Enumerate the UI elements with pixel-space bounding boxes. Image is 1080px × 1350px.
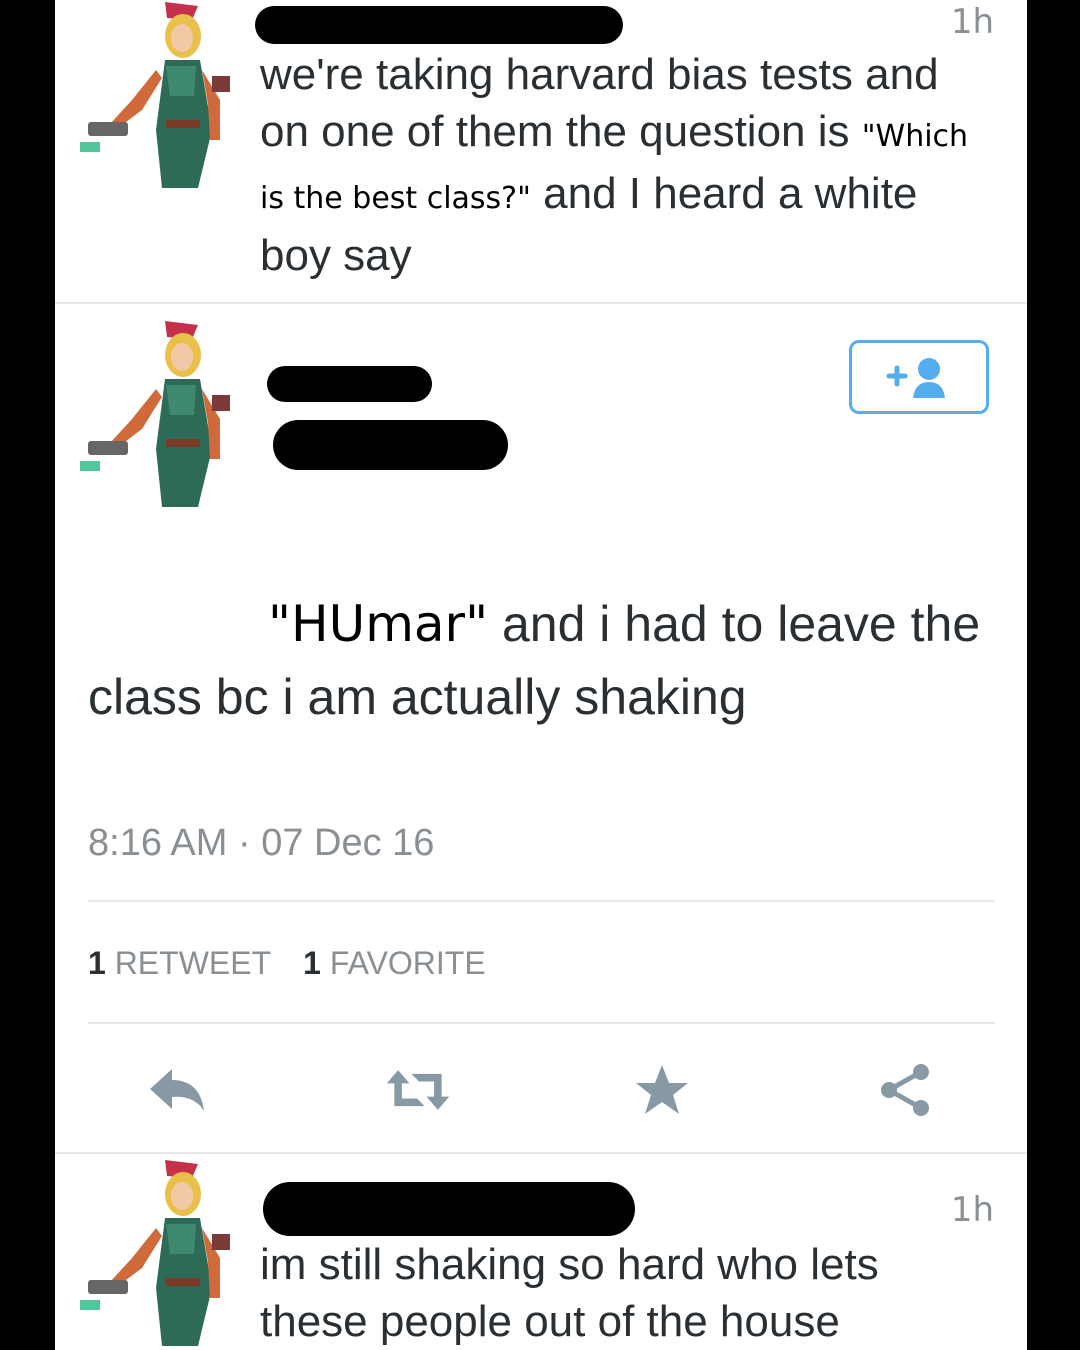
share-icon — [881, 1064, 929, 1116]
add-user-icon — [886, 358, 945, 398]
tweet-thread: 1h we're taking harvard bias tests and o… — [55, 0, 1027, 1350]
tweet-timestamp: 8:16 AM · 07 Dec 16 — [88, 822, 435, 864]
favorite-star-icon — [636, 1065, 688, 1114]
redacted-handle — [273, 420, 508, 470]
redacted-username — [263, 1182, 635, 1236]
divider — [55, 1152, 1027, 1154]
avatar[interactable] — [70, 1158, 245, 1348]
redacted-display-name — [267, 366, 432, 402]
main-tweet-text: "HUmar" and i had to leave the class bc … — [88, 588, 988, 734]
retweet-icon — [386, 1070, 450, 1110]
share-button[interactable] — [870, 1060, 940, 1120]
inserted-quote: "HUmar" — [268, 595, 489, 653]
tweet-text: we're taking harvard bias tests and on o… — [260, 46, 990, 284]
retweet-button[interactable] — [383, 1060, 453, 1120]
tweet-text-start: we're taking harvard bias tests and on o… — [260, 50, 939, 156]
tweet-stats: 1 RETWEET 1 FAVORITE — [88, 945, 486, 982]
favorite-button[interactable] — [627, 1060, 697, 1120]
avatar[interactable] — [70, 318, 245, 510]
tweet-time: 1h — [950, 1190, 994, 1230]
follow-button[interactable] — [849, 340, 989, 414]
retweet-stat[interactable]: 1 RETWEET — [88, 945, 271, 982]
divider — [88, 900, 995, 902]
avatar[interactable] — [70, 0, 245, 190]
tweet-time: 1h — [950, 2, 994, 42]
divider — [88, 1022, 995, 1024]
reply-icon — [150, 1069, 204, 1111]
main-tweet-body: and i had to leave the class bc i am act… — [88, 596, 981, 725]
divider — [55, 302, 1027, 304]
redacted-username — [255, 6, 623, 44]
reply-button[interactable] — [143, 1060, 213, 1120]
favorite-stat[interactable]: 1 FAVORITE — [303, 945, 486, 982]
tweet-text: im still shaking so hard who lets these … — [260, 1240, 879, 1346]
